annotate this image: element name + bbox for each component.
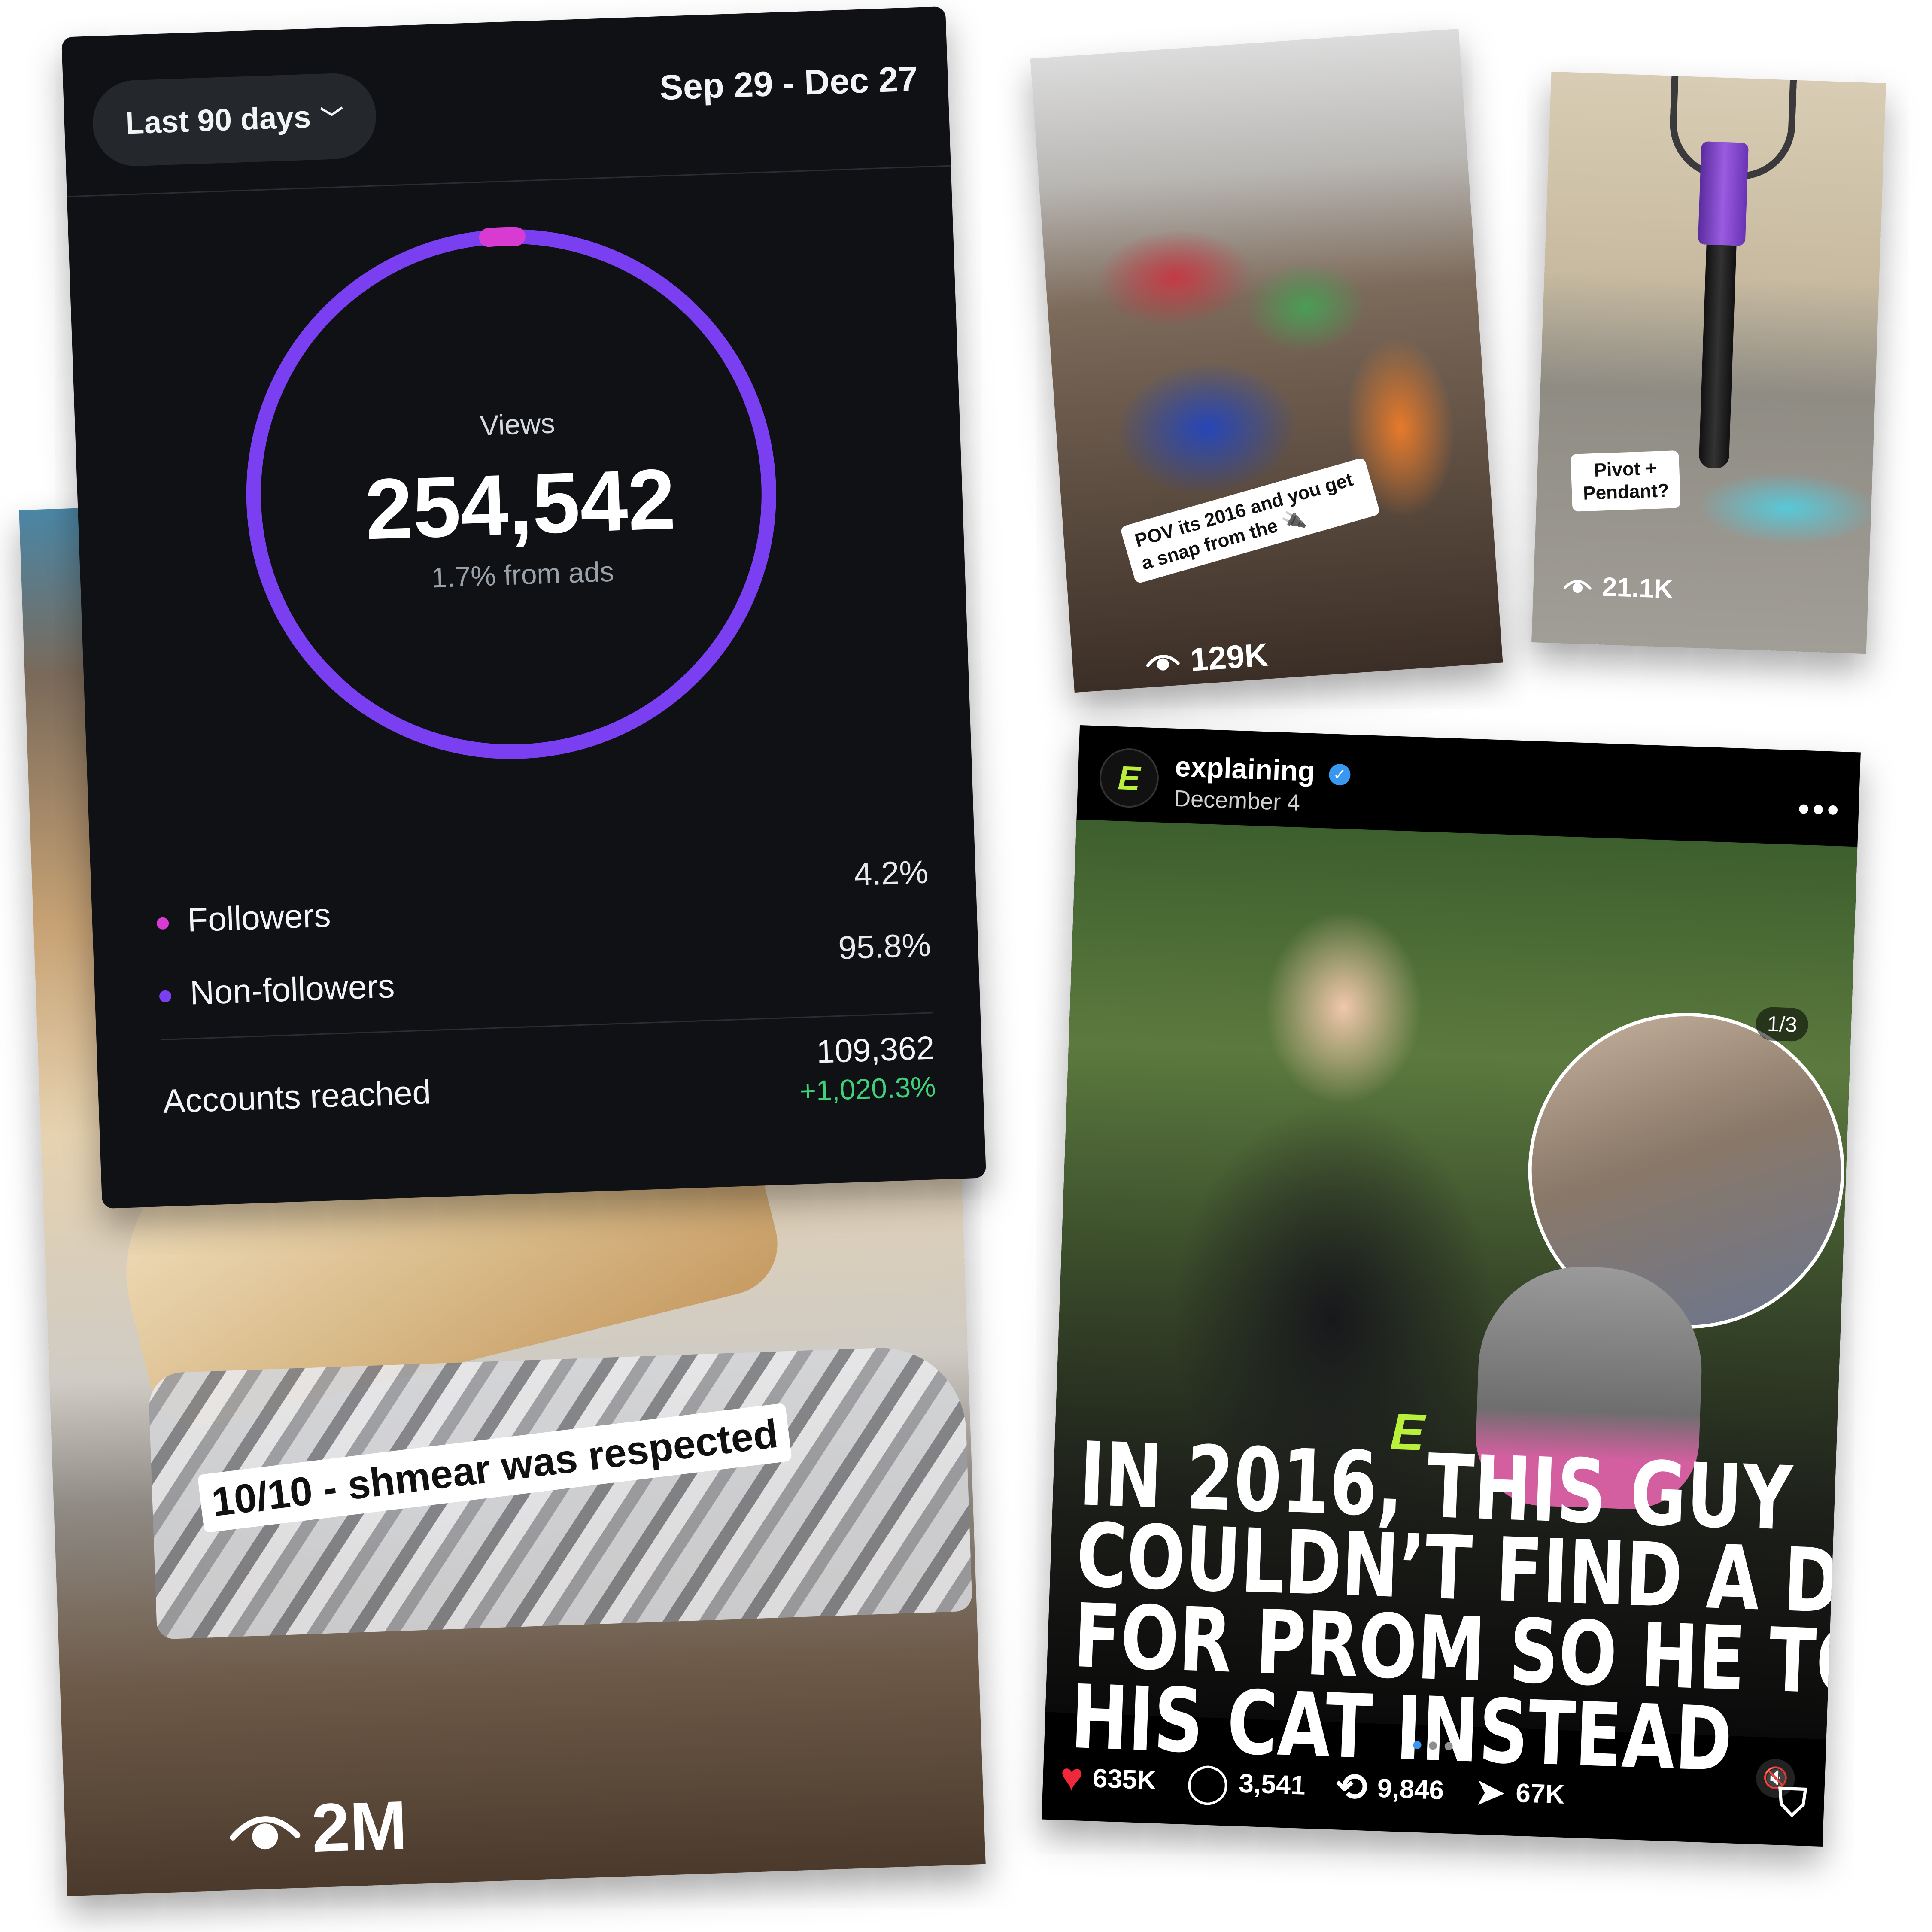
pendant-cap — [1698, 141, 1749, 246]
comment-button[interactable]: ◯ 3,541 — [1185, 1759, 1306, 1808]
heart-icon: ♥ — [1059, 1755, 1084, 1799]
food-views-value: 2M — [310, 1786, 409, 1867]
post-username[interactable]: explaining ✓ — [1175, 750, 1351, 789]
pendant-video-view-count: 21.1K — [1563, 571, 1674, 605]
repost-button[interactable]: ⟲ 9,846 — [1335, 1764, 1445, 1813]
bookmark-icon[interactable]: ⛉ — [1777, 1780, 1807, 1826]
carousel-dot-active: ● — [1411, 1733, 1428, 1755]
avatar[interactable]: E — [1098, 747, 1160, 809]
followers-label: Followers — [187, 896, 331, 939]
non-followers-label: Non-followers — [189, 967, 395, 1012]
repost-icon: ⟲ — [1334, 1765, 1369, 1810]
pendant-video-caption: Pivot + Pendant? — [1571, 450, 1681, 512]
legend-non-followers: Non-followers 95.8% — [158, 927, 932, 1018]
date-range-text: Sep 29 - Dec 27 — [659, 59, 919, 108]
instagram-post: E explaining ✓ December 4 ••• 1/3 E IN 2… — [1042, 725, 1861, 1847]
legend-followers: Followers 4.2% — [156, 854, 930, 945]
ads-segment-arc — [479, 227, 526, 247]
beads-video-caption: POV its 2016 and you get a snap from the… — [1120, 457, 1381, 584]
username-text: explaining — [1174, 750, 1316, 787]
non-followers-percentage: 95.8% — [838, 927, 932, 966]
pendant-caption-line2: Pendant? — [1583, 480, 1670, 504]
views-insights-panel: Last 90 days ﹀ Sep 29 - Dec 27 Views 254… — [61, 6, 987, 1209]
accounts-reached-value: 109,362 — [816, 1030, 935, 1070]
accounts-reached-label: Accounts reached — [162, 1073, 432, 1121]
chevron-down-icon: ﹀ — [320, 105, 344, 132]
carousel-dot: ● — [1427, 1734, 1443, 1756]
accounts-reached-row[interactable]: Accounts reached 109,362 +1,020.3% — [161, 1029, 937, 1142]
pendant-video-thumbnail[interactable]: Pivot + Pendant? 21.1K — [1531, 71, 1886, 654]
food-video-view-count: 2M — [227, 1786, 408, 1871]
date-range-dropdown[interactable]: Last 90 days ﹀ — [91, 72, 378, 168]
comment-count: 3,541 — [1238, 1768, 1306, 1801]
comment-icon: ◯ — [1185, 1760, 1230, 1805]
eye-icon — [1144, 642, 1181, 682]
more-options-icon[interactable]: ••• — [1797, 789, 1842, 830]
post-image[interactable]: 1/3 E IN 2016, THIS GUY COULDN’T FIND A … — [1045, 819, 1861, 1798]
repost-count: 9,846 — [1376, 1773, 1445, 1805]
like-count: 635K — [1092, 1763, 1157, 1795]
non-followers-dot — [159, 990, 172, 1003]
send-icon: ➤ — [1473, 1770, 1507, 1814]
beads-video-thumbnail[interactable]: POV its 2016 and you get a snap from the… — [1030, 28, 1503, 693]
share-count: 67K — [1515, 1778, 1565, 1810]
eye-icon — [227, 1789, 303, 1871]
pendant-views-value: 21.1K — [1601, 572, 1674, 605]
carousel-dot: ● — [1443, 1735, 1459, 1756]
pendant-caption-line1: Pivot + — [1593, 457, 1657, 481]
slide-counter: 1/3 — [1755, 1006, 1809, 1042]
followers-dot — [156, 917, 169, 930]
header-divider — [67, 165, 951, 197]
eye-icon — [1563, 571, 1592, 602]
like-button[interactable]: ♥ 635K — [1060, 1755, 1157, 1802]
accounts-reached-change: +1,020.3% — [799, 1070, 936, 1107]
verified-badge-icon: ✓ — [1328, 763, 1351, 786]
pendant-body — [1698, 244, 1737, 469]
beads-views-value: 129K — [1189, 636, 1270, 678]
post-date: December 4 — [1173, 785, 1301, 816]
followers-percentage: 4.2% — [853, 854, 929, 893]
date-range-label: Last 90 days — [125, 100, 312, 141]
share-button[interactable]: ➤ 67K — [1473, 1769, 1565, 1817]
beads-video-view-count: 129K — [1144, 636, 1269, 682]
